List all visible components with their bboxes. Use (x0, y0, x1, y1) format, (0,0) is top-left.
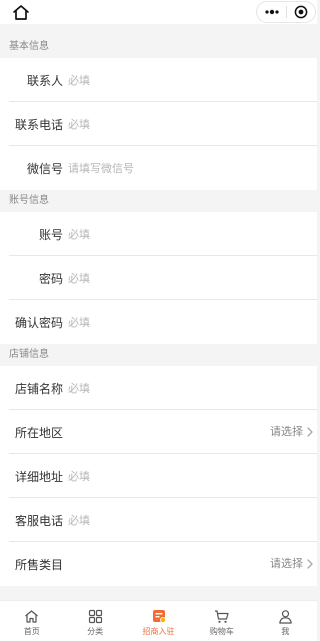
field-label: 联系电话 (14, 117, 63, 132)
mini-program-capsule (256, 1, 316, 23)
store-name-input[interactable]: 必填 (68, 380, 90, 396)
field-label: 店铺名称 (14, 381, 63, 396)
field-label: 联系人 (26, 73, 63, 88)
account-input[interactable]: 必填 (68, 226, 90, 242)
wechat-input[interactable]: 请填写微信号 (68, 160, 134, 176)
field-label: 账号 (38, 227, 63, 242)
home-button[interactable] (10, 2, 32, 22)
form-row-password[interactable]: 密码 必填 (0, 256, 317, 300)
field-label: 详细地址 (14, 469, 63, 484)
tab-label: 我 (281, 627, 290, 636)
close-button[interactable] (287, 5, 315, 19)
form-row-category[interactable]: 所售类目 请选择 (0, 542, 317, 586)
form-row-address[interactable]: 详细地址 必填 (0, 454, 317, 498)
field-label: 客服电话 (14, 513, 63, 528)
category-picker[interactable]: 请选择 (270, 542, 303, 586)
field-label: 所在地区 (14, 425, 63, 440)
cart-icon (214, 608, 230, 624)
tab-label: 招商入驻 (142, 627, 175, 636)
category-icon (87, 608, 103, 624)
address-input[interactable]: 必填 (68, 468, 90, 484)
chevron-right-icon (307, 559, 313, 569)
form-row-service-phone[interactable]: 客服电话 必填 (0, 498, 317, 542)
form-row-contact[interactable]: 联系人 必填 (0, 58, 317, 102)
more-icon (264, 9, 279, 15)
record-icon (294, 5, 308, 19)
region-picker[interactable]: 请选择 (270, 410, 303, 454)
tab-category[interactable]: 分类 (63, 601, 126, 641)
tab-cart[interactable]: 购物车 (190, 601, 253, 641)
chevron-right-icon (307, 427, 313, 437)
merchant-icon (151, 608, 167, 624)
form-row-wechat[interactable]: 微信号 请填写微信号 (0, 146, 317, 190)
phone-input[interactable]: 必填 (68, 116, 90, 132)
tab-label: 分类 (87, 627, 104, 636)
field-label: 所售类目 (14, 557, 63, 572)
home-icon (13, 4, 29, 20)
form-row-phone[interactable]: 联系电话 必填 (0, 102, 317, 146)
contact-input[interactable]: 必填 (68, 72, 90, 88)
field-label: 确认密码 (14, 315, 63, 330)
section-title-basic: 基本信息 (0, 36, 317, 58)
tab-home[interactable]: 首页 (0, 601, 63, 641)
tab-merchant[interactable]: 招商入驻 (127, 601, 190, 641)
tab-bar: 首页 分类 招商入驻 购物车 我 (0, 600, 317, 641)
home-icon (24, 608, 40, 624)
form-row-store-name[interactable]: 店铺名称 必填 (0, 366, 317, 410)
confirm-password-input[interactable]: 必填 (68, 314, 90, 330)
tab-label: 购物车 (209, 627, 234, 636)
password-input[interactable]: 必填 (68, 270, 90, 286)
section-title-account: 账号信息 (0, 190, 317, 212)
form-row-region[interactable]: 所在地区 请选择 (0, 410, 317, 454)
form-row-confirm-password[interactable]: 确认密码 必填 (0, 300, 317, 344)
user-icon (277, 608, 293, 624)
field-label: 微信号 (26, 161, 63, 176)
service-phone-input[interactable]: 必填 (68, 512, 90, 528)
navigation-bar (0, 0, 317, 24)
more-button[interactable] (257, 9, 286, 15)
form-row-account[interactable]: 账号 必填 (0, 212, 317, 256)
field-label: 密码 (38, 271, 63, 286)
form-content: 基本信息 联系人 必填 联系电话 必填 微信号 请填写微信号 账号信息 账号 必… (0, 36, 317, 586)
section-title-store: 店铺信息 (0, 344, 317, 366)
tab-me[interactable]: 我 (254, 601, 317, 641)
tab-label: 首页 (23, 627, 40, 636)
